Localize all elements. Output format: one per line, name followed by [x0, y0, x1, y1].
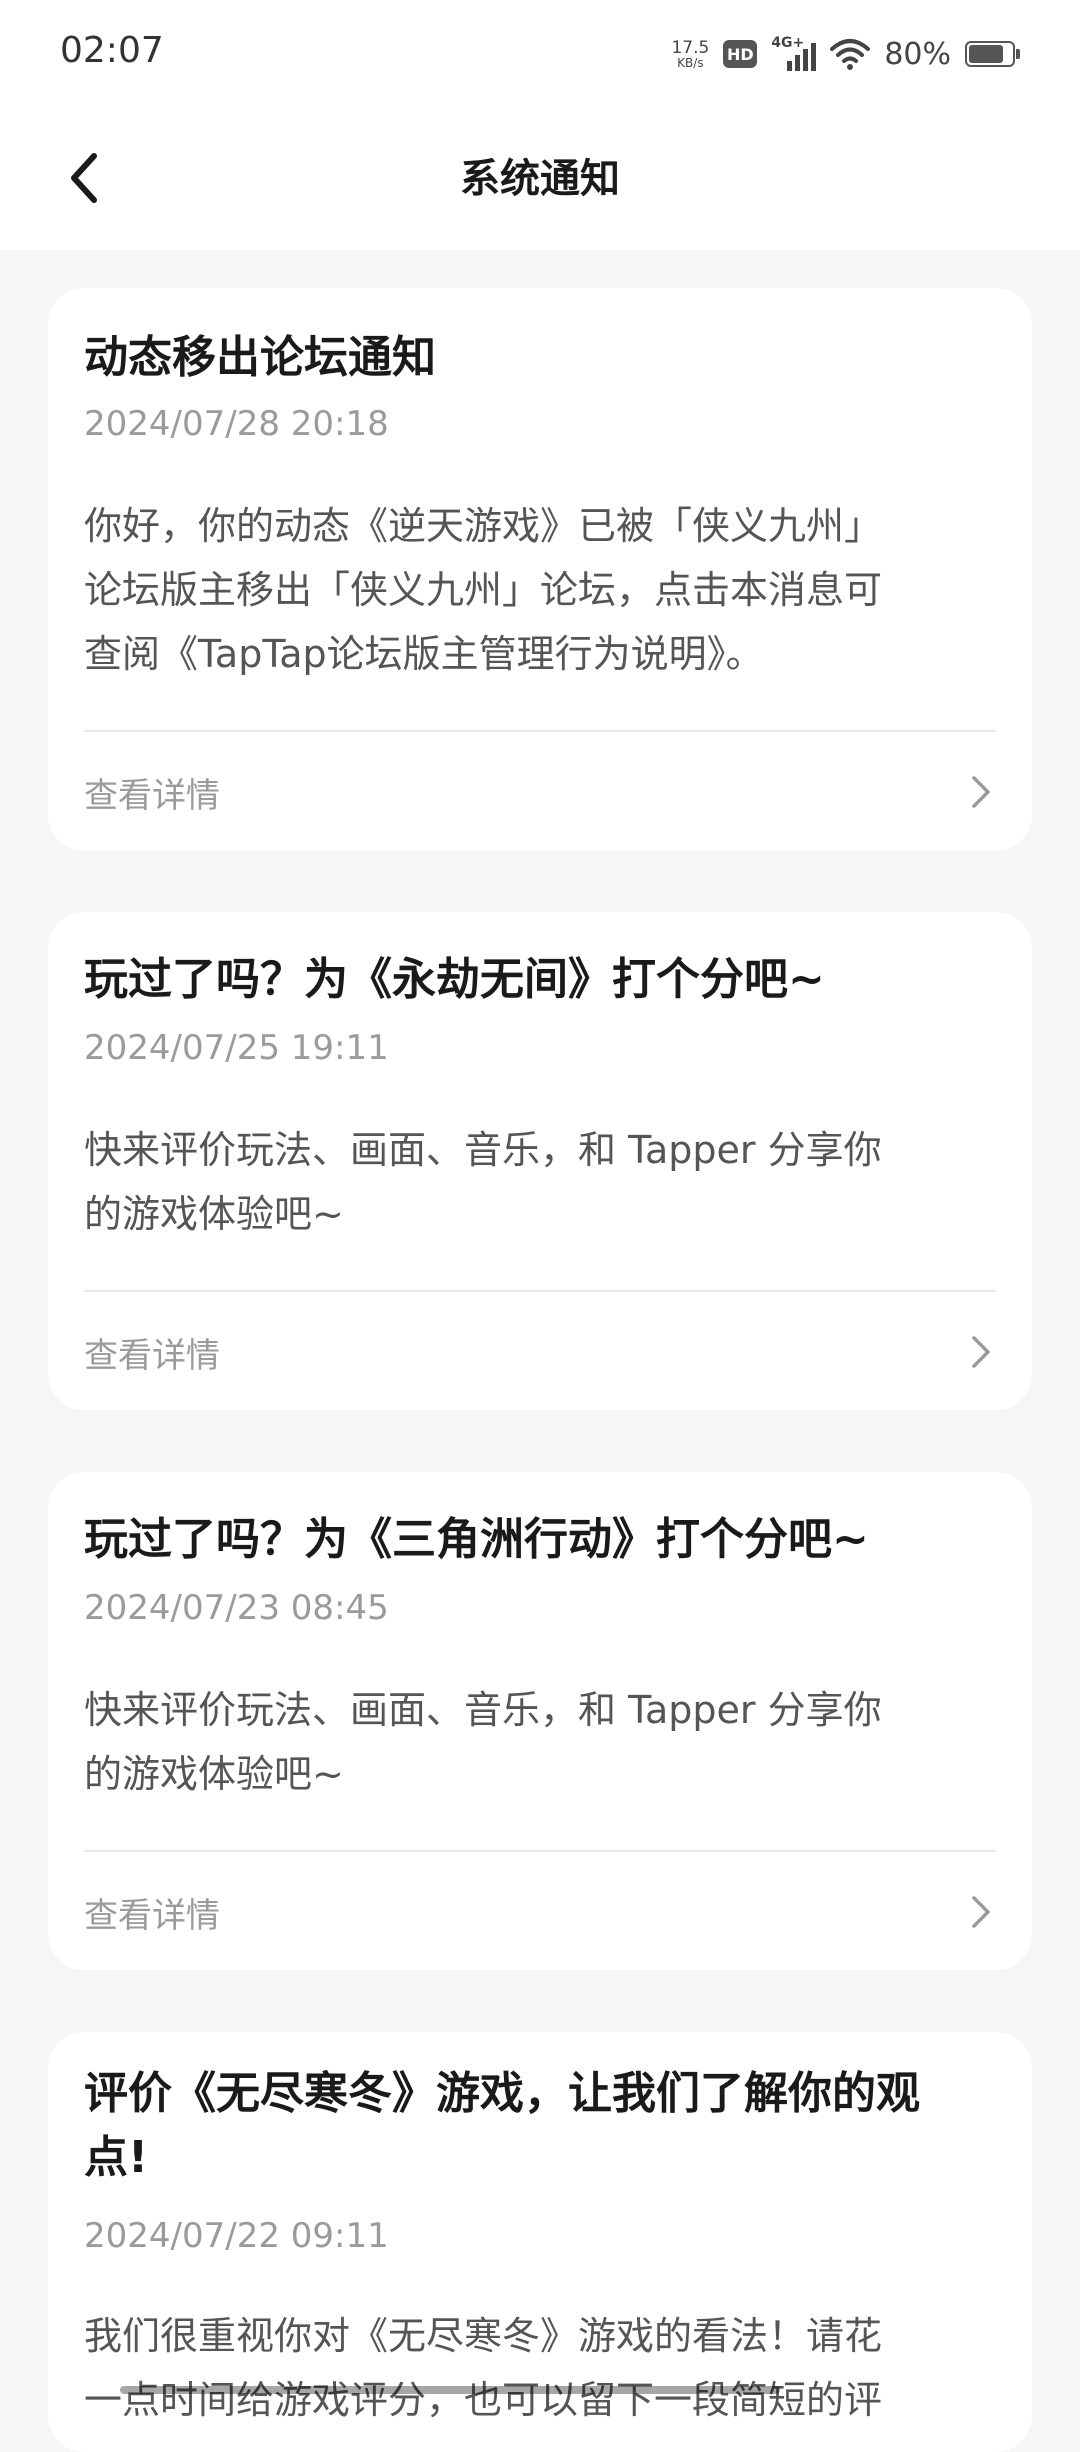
notification-card[interactable]: 玩过了吗？为《三角洲行动》打个分吧~ 2024/07/23 08:45 快来评价…	[48, 1472, 1032, 1970]
page-title: 系统通知	[460, 156, 620, 202]
battery-icon	[965, 41, 1020, 67]
notification-title: 评价《无尽寒冬》游戏，让我们了解你的观 点!	[84, 2062, 996, 2190]
chevron-right-icon	[972, 776, 990, 808]
divider	[84, 1290, 996, 1292]
body-line: 快来评价玩法、画面、音乐，和 Tapper 分享你	[84, 1128, 882, 1172]
view-details-label: 查看详情	[84, 1895, 220, 1936]
divider	[84, 1850, 996, 1852]
status-bar: 02:07 17.5 KB/s HD 4G+ 80%	[0, 0, 1080, 110]
net-speed: 17.5 KB/s	[671, 37, 710, 70]
body-line: 的游戏体验吧~	[84, 1752, 344, 1796]
body-line: 论坛版主移出「侠义九州」论坛，点击本消息可	[84, 568, 883, 612]
body-line: 一点时间给游戏评分，也可以留下一段简短的评	[84, 2378, 883, 2422]
view-details-label: 查看详情	[84, 775, 220, 816]
network-type: 4G+	[771, 35, 805, 51]
title-line: 点!	[84, 2132, 149, 2183]
body-line: 查阅《TapTap论坛版主管理行为说明》。	[84, 632, 764, 676]
notification-body: 你好，你的动态《逆天游戏》已被「侠义九州」 论坛版主移出「侠义九州」论坛，点击本…	[84, 494, 996, 686]
divider	[84, 730, 996, 732]
notification-card[interactable]: 玩过了吗？为《永劫无间》打个分吧~ 2024/07/25 19:11 快来评价玩…	[48, 912, 1032, 1410]
notification-time: 2024/07/23 08:45	[84, 1588, 389, 1628]
notification-body: 我们很重视你对《无尽寒冬》游戏的看法！请花 一点时间给游戏评分，也可以留下一段简…	[84, 2304, 996, 2432]
notification-title: 动态移出论坛通知	[84, 332, 436, 383]
notification-time: 2024/07/25 19:11	[84, 1028, 389, 1068]
status-icons: 17.5 KB/s HD 4G+ 80%	[671, 30, 1020, 78]
home-indicator[interactable]	[120, 2386, 780, 2394]
battery-fill	[969, 45, 1003, 63]
hd-icon: HD	[723, 40, 758, 68]
notification-time: 2024/07/22 09:11	[84, 2216, 389, 2256]
view-details-link[interactable]: 查看详情	[84, 1322, 996, 1382]
wifi-icon	[830, 39, 871, 70]
body-line: 你好，你的动态《逆天游戏》已被「侠义九州」	[84, 504, 883, 548]
notification-title: 玩过了吗？为《三角洲行动》打个分吧~	[84, 1514, 869, 1565]
notification-body: 快来评价玩法、画面、音乐，和 Tapper 分享你 的游戏体验吧~	[84, 1678, 996, 1806]
chevron-right-icon	[972, 1896, 990, 1928]
status-time: 02:07	[60, 30, 164, 71]
signal-icon: 4G+	[771, 35, 817, 71]
chevron-right-icon	[972, 1336, 990, 1368]
net-speed-unit: KB/s	[677, 55, 704, 70]
body-line: 我们很重视你对《无尽寒冬》游戏的看法！请花	[84, 2314, 883, 2358]
view-details-link[interactable]: 查看详情	[84, 762, 996, 822]
body-line: 的游戏体验吧~	[84, 1192, 344, 1236]
body-line: 快来评价玩法、画面、音乐，和 Tapper 分享你	[84, 1688, 882, 1732]
net-speed-value: 17.5	[671, 37, 710, 58]
notification-title: 玩过了吗？为《永劫无间》打个分吧~	[84, 954, 825, 1005]
view-details-label: 查看详情	[84, 1335, 220, 1376]
header: 系统通知	[0, 110, 1080, 250]
battery-percent: 80%	[884, 36, 951, 72]
notification-time: 2024/07/28 20:18	[84, 404, 389, 444]
title-line: 评价《无尽寒冬》游戏，让我们了解你的观	[84, 2068, 920, 2119]
notification-card[interactable]: 动态移出论坛通知 2024/07/28 20:18 你好，你的动态《逆天游戏》已…	[48, 288, 1032, 851]
view-details-link[interactable]: 查看详情	[84, 1882, 996, 1942]
notification-body: 快来评价玩法、画面、音乐，和 Tapper 分享你 的游戏体验吧~	[84, 1118, 996, 1246]
